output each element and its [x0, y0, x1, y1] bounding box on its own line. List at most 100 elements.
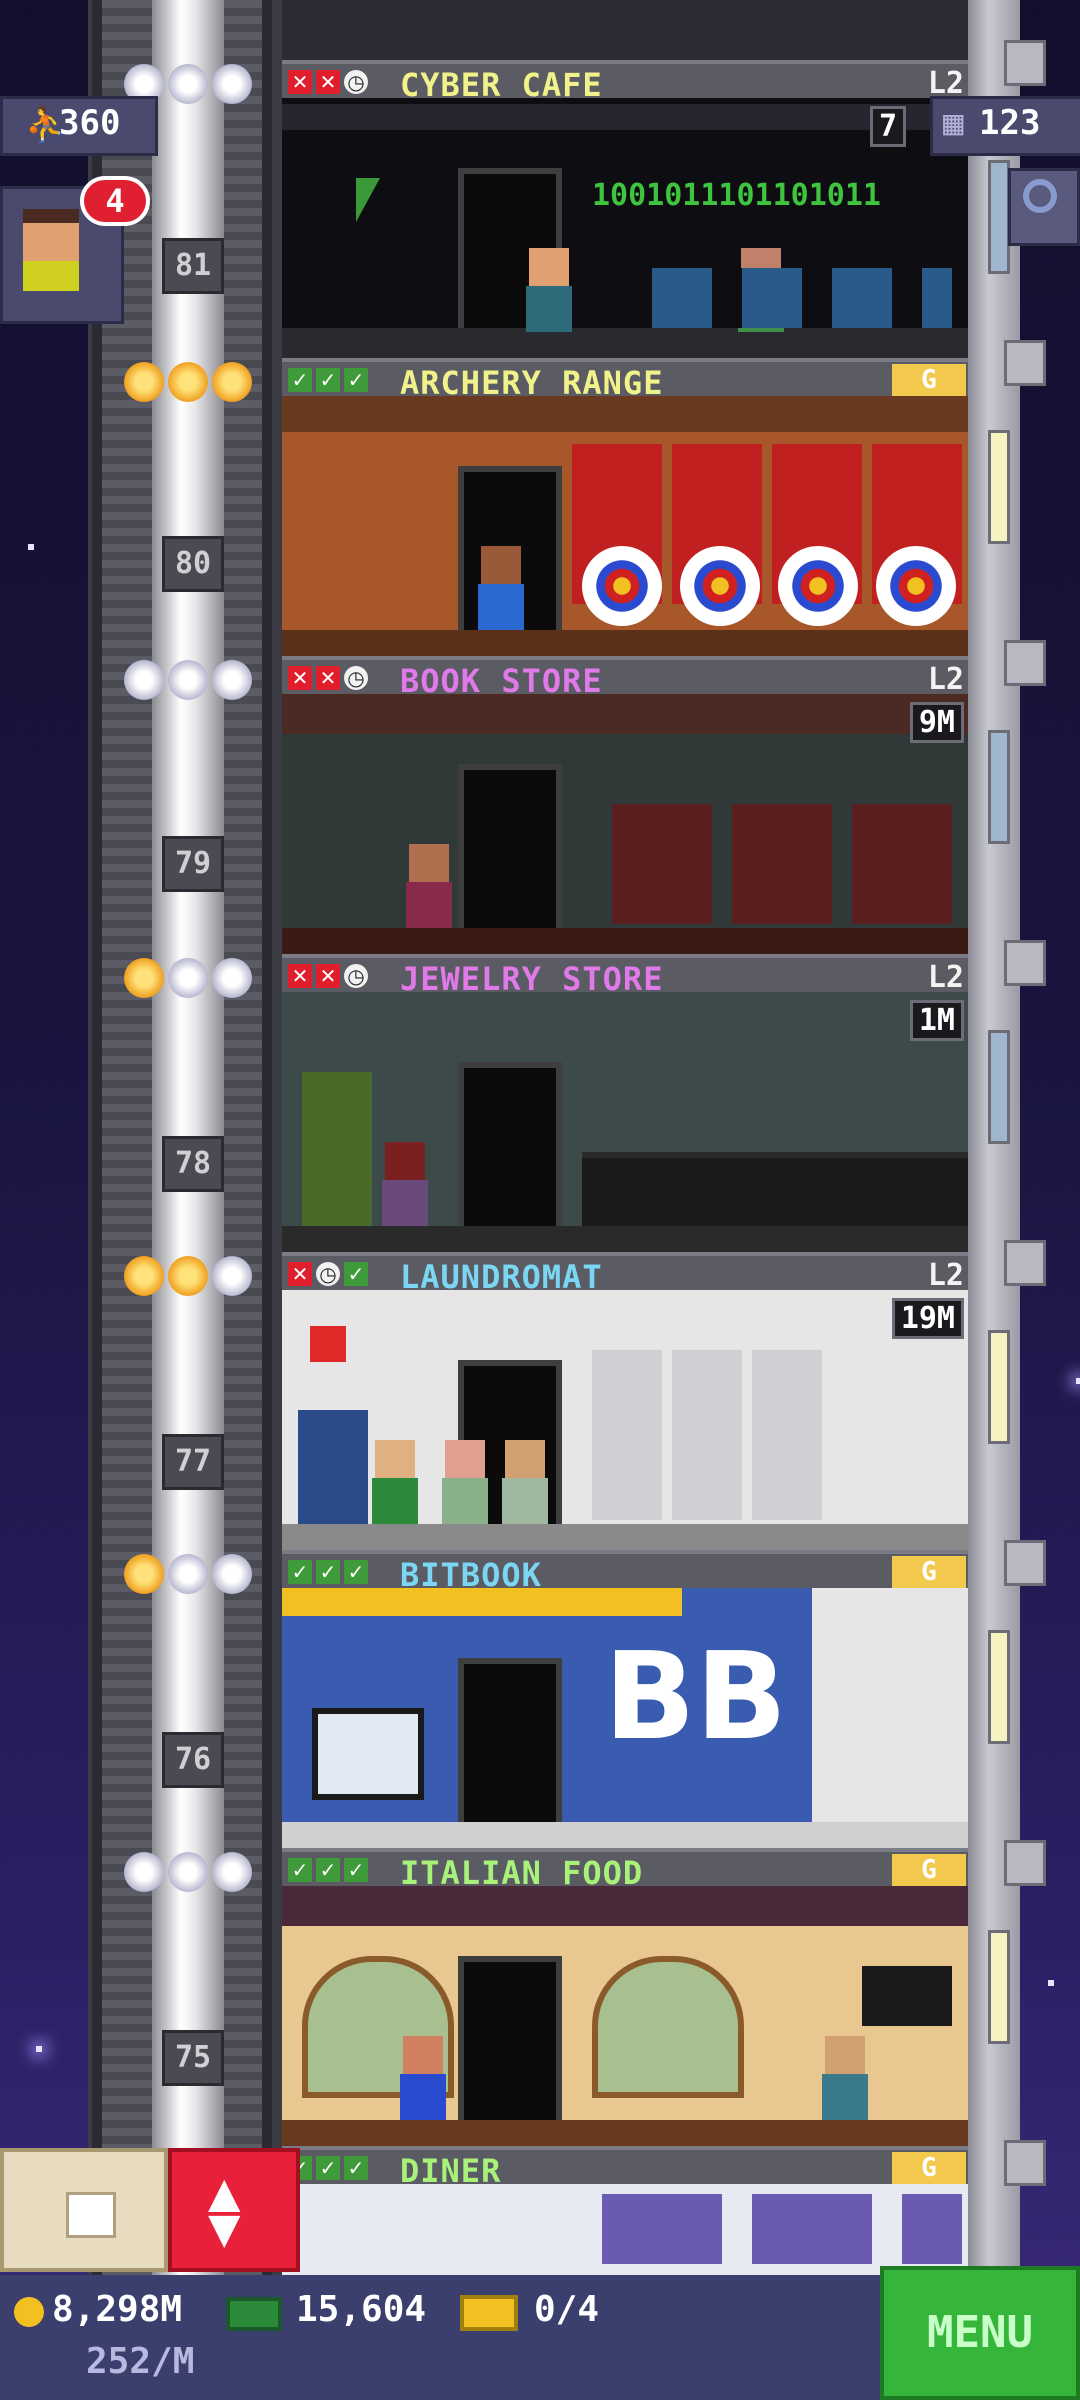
floor-laundromat[interactable]: ✕ ◷ ✓ LAUNDROMAT L2 19M — [282, 1252, 968, 1550]
notification-badge: 4 — [80, 176, 150, 226]
floor-ground — [282, 1822, 968, 1848]
wall-vent — [1004, 640, 1046, 686]
floor-header: ✓ ✓ ✓ BITBOOK G — [282, 1550, 968, 1594]
floor-number: 76 — [162, 1732, 224, 1788]
ceiling-lights — [282, 104, 968, 130]
washing-machines — [592, 1350, 822, 1520]
star-icon — [168, 1256, 208, 1296]
check-icon: ✓ — [344, 1560, 368, 1584]
ceiling — [282, 694, 968, 734]
floor-number: 78 — [162, 1136, 224, 1192]
avatar — [23, 209, 83, 299]
floor-room[interactable] — [282, 396, 968, 656]
bitizen[interactable] — [406, 844, 452, 928]
floor-header: ✕ ✕ ◷ BOOK STORE L2 — [282, 656, 968, 700]
population-value: 360 — [59, 103, 121, 143]
star-icon — [168, 958, 208, 998]
floor-room[interactable] — [282, 1886, 968, 2146]
cross-icon: ✕ — [288, 666, 312, 690]
floor-timer: 9M — [909, 702, 964, 743]
floor-stars — [124, 1256, 252, 1296]
elevator-button[interactable]: ▲ ▼ — [168, 2148, 300, 2272]
floor-room[interactable] — [282, 992, 968, 1252]
menu-button[interactable]: MENU — [880, 2266, 1080, 2400]
floor-italian-food[interactable]: ✓ ✓ ✓ ITALIAN FOOD G — [282, 1848, 968, 2146]
no-sign-icon — [310, 1326, 346, 1362]
floor-book-store[interactable]: ✕ ✕ ◷ BOOK STORE L2 9M — [282, 656, 968, 954]
bookshelves — [612, 804, 952, 924]
floor-number: 80 — [162, 536, 224, 592]
cross-icon: ✕ — [316, 666, 340, 690]
bitizen[interactable] — [382, 1142, 428, 1226]
floor-room[interactable]: 1001011101101011 — [282, 98, 968, 358]
bux-icon — [226, 2297, 282, 2331]
box-icon — [66, 2192, 116, 2238]
floor-diner[interactable]: ✓ ✓ ✓ DINER G — [282, 2146, 968, 2275]
tower-window — [988, 1630, 1010, 1744]
floor-number: 81 — [162, 238, 224, 294]
floor-room[interactable] — [282, 2184, 968, 2275]
bitizen[interactable] — [372, 1440, 418, 1524]
star-icon — [168, 1852, 208, 1892]
clock-icon: ◷ — [344, 70, 368, 94]
floor-room[interactable] — [282, 1290, 968, 1550]
bitizen[interactable] — [400, 2036, 446, 2120]
floor-level: L2 — [927, 662, 964, 697]
bux-value: 15,604 — [296, 2289, 427, 2330]
search-button[interactable] — [1008, 168, 1080, 246]
floor-ground — [282, 1226, 968, 1252]
population-chip[interactable]: ⛹ 360 — [0, 96, 158, 156]
floors-chip[interactable]: ▦ 123 — [930, 96, 1080, 156]
up-down-arrows-icon: ▲ ▼ — [208, 2160, 241, 2259]
tower-window — [988, 1030, 1010, 1144]
cross-icon: ✕ — [288, 964, 312, 988]
bitizen[interactable] — [478, 546, 524, 630]
floor-jewelry-store[interactable]: ✕ ✕ ◷ JEWELRY STORE L2 1M — [282, 954, 968, 1252]
wall-vent — [1004, 1540, 1046, 1586]
star-icon — [212, 1852, 252, 1892]
star-icon — [212, 1554, 252, 1594]
bitizen[interactable] — [526, 248, 572, 332]
check-icon: ✓ — [288, 1858, 312, 1882]
floor-archery-range[interactable]: ✓ ✓ ✓ ARCHERY RANGE G — [282, 358, 968, 656]
star-icon — [168, 64, 208, 104]
arched-window — [592, 1956, 744, 2098]
check-icon: ✓ — [288, 368, 312, 392]
wall-vent — [1004, 1840, 1046, 1886]
floor-stars — [124, 958, 252, 998]
floor-room[interactable]: BB — [282, 1588, 968, 1848]
star-icon — [212, 660, 252, 700]
floor-above — [282, 0, 968, 60]
tower-window — [988, 730, 1010, 844]
elevator-rail-right — [262, 0, 272, 2275]
star-icon — [124, 1852, 164, 1892]
wall-vent — [1004, 1240, 1046, 1286]
floor-header: ✓ ✓ ✓ ITALIAN FOOD G — [282, 1848, 968, 1892]
bitizen[interactable] — [442, 1440, 488, 1524]
floor-header: ✓ ✓ ✓ ARCHERY RANGE G — [282, 358, 968, 402]
star-icon — [124, 1256, 164, 1296]
gold-badge: G — [892, 1854, 966, 1886]
stock-button[interactable] — [0, 2148, 168, 2272]
floor-door — [458, 1062, 562, 1252]
clock-icon: ◷ — [344, 666, 368, 690]
wall-vent — [1004, 940, 1046, 986]
floor-ground — [282, 1524, 968, 1550]
status-icons: ✓ ✓ ✓ — [288, 2156, 368, 2180]
bitizen-chef[interactable] — [822, 2036, 868, 2120]
bitizen[interactable] — [502, 1440, 548, 1524]
check-icon: ✓ — [344, 368, 368, 392]
floor-ground — [282, 630, 968, 656]
floor-header: ✕ ◷ ✓ LAUNDROMAT L2 — [282, 1252, 968, 1296]
tower-window — [988, 1930, 1010, 2044]
plant — [302, 1072, 372, 1232]
status-icons: ✓ ✓ ✓ — [288, 368, 368, 392]
diner-booths — [602, 2194, 962, 2264]
floor-room[interactable] — [282, 694, 968, 954]
floor-bitbook[interactable]: ✓ ✓ ✓ BITBOOK G BB — [282, 1550, 968, 1848]
star-icon — [168, 1554, 208, 1594]
ceiling — [282, 396, 968, 432]
clock-icon: ◷ — [316, 1262, 340, 1286]
floor-cyber-cafe[interactable]: ✕ ✕ ◷ CYBER CAFE L2 1001011101101011 7 — [282, 60, 968, 358]
star-icon — [168, 660, 208, 700]
